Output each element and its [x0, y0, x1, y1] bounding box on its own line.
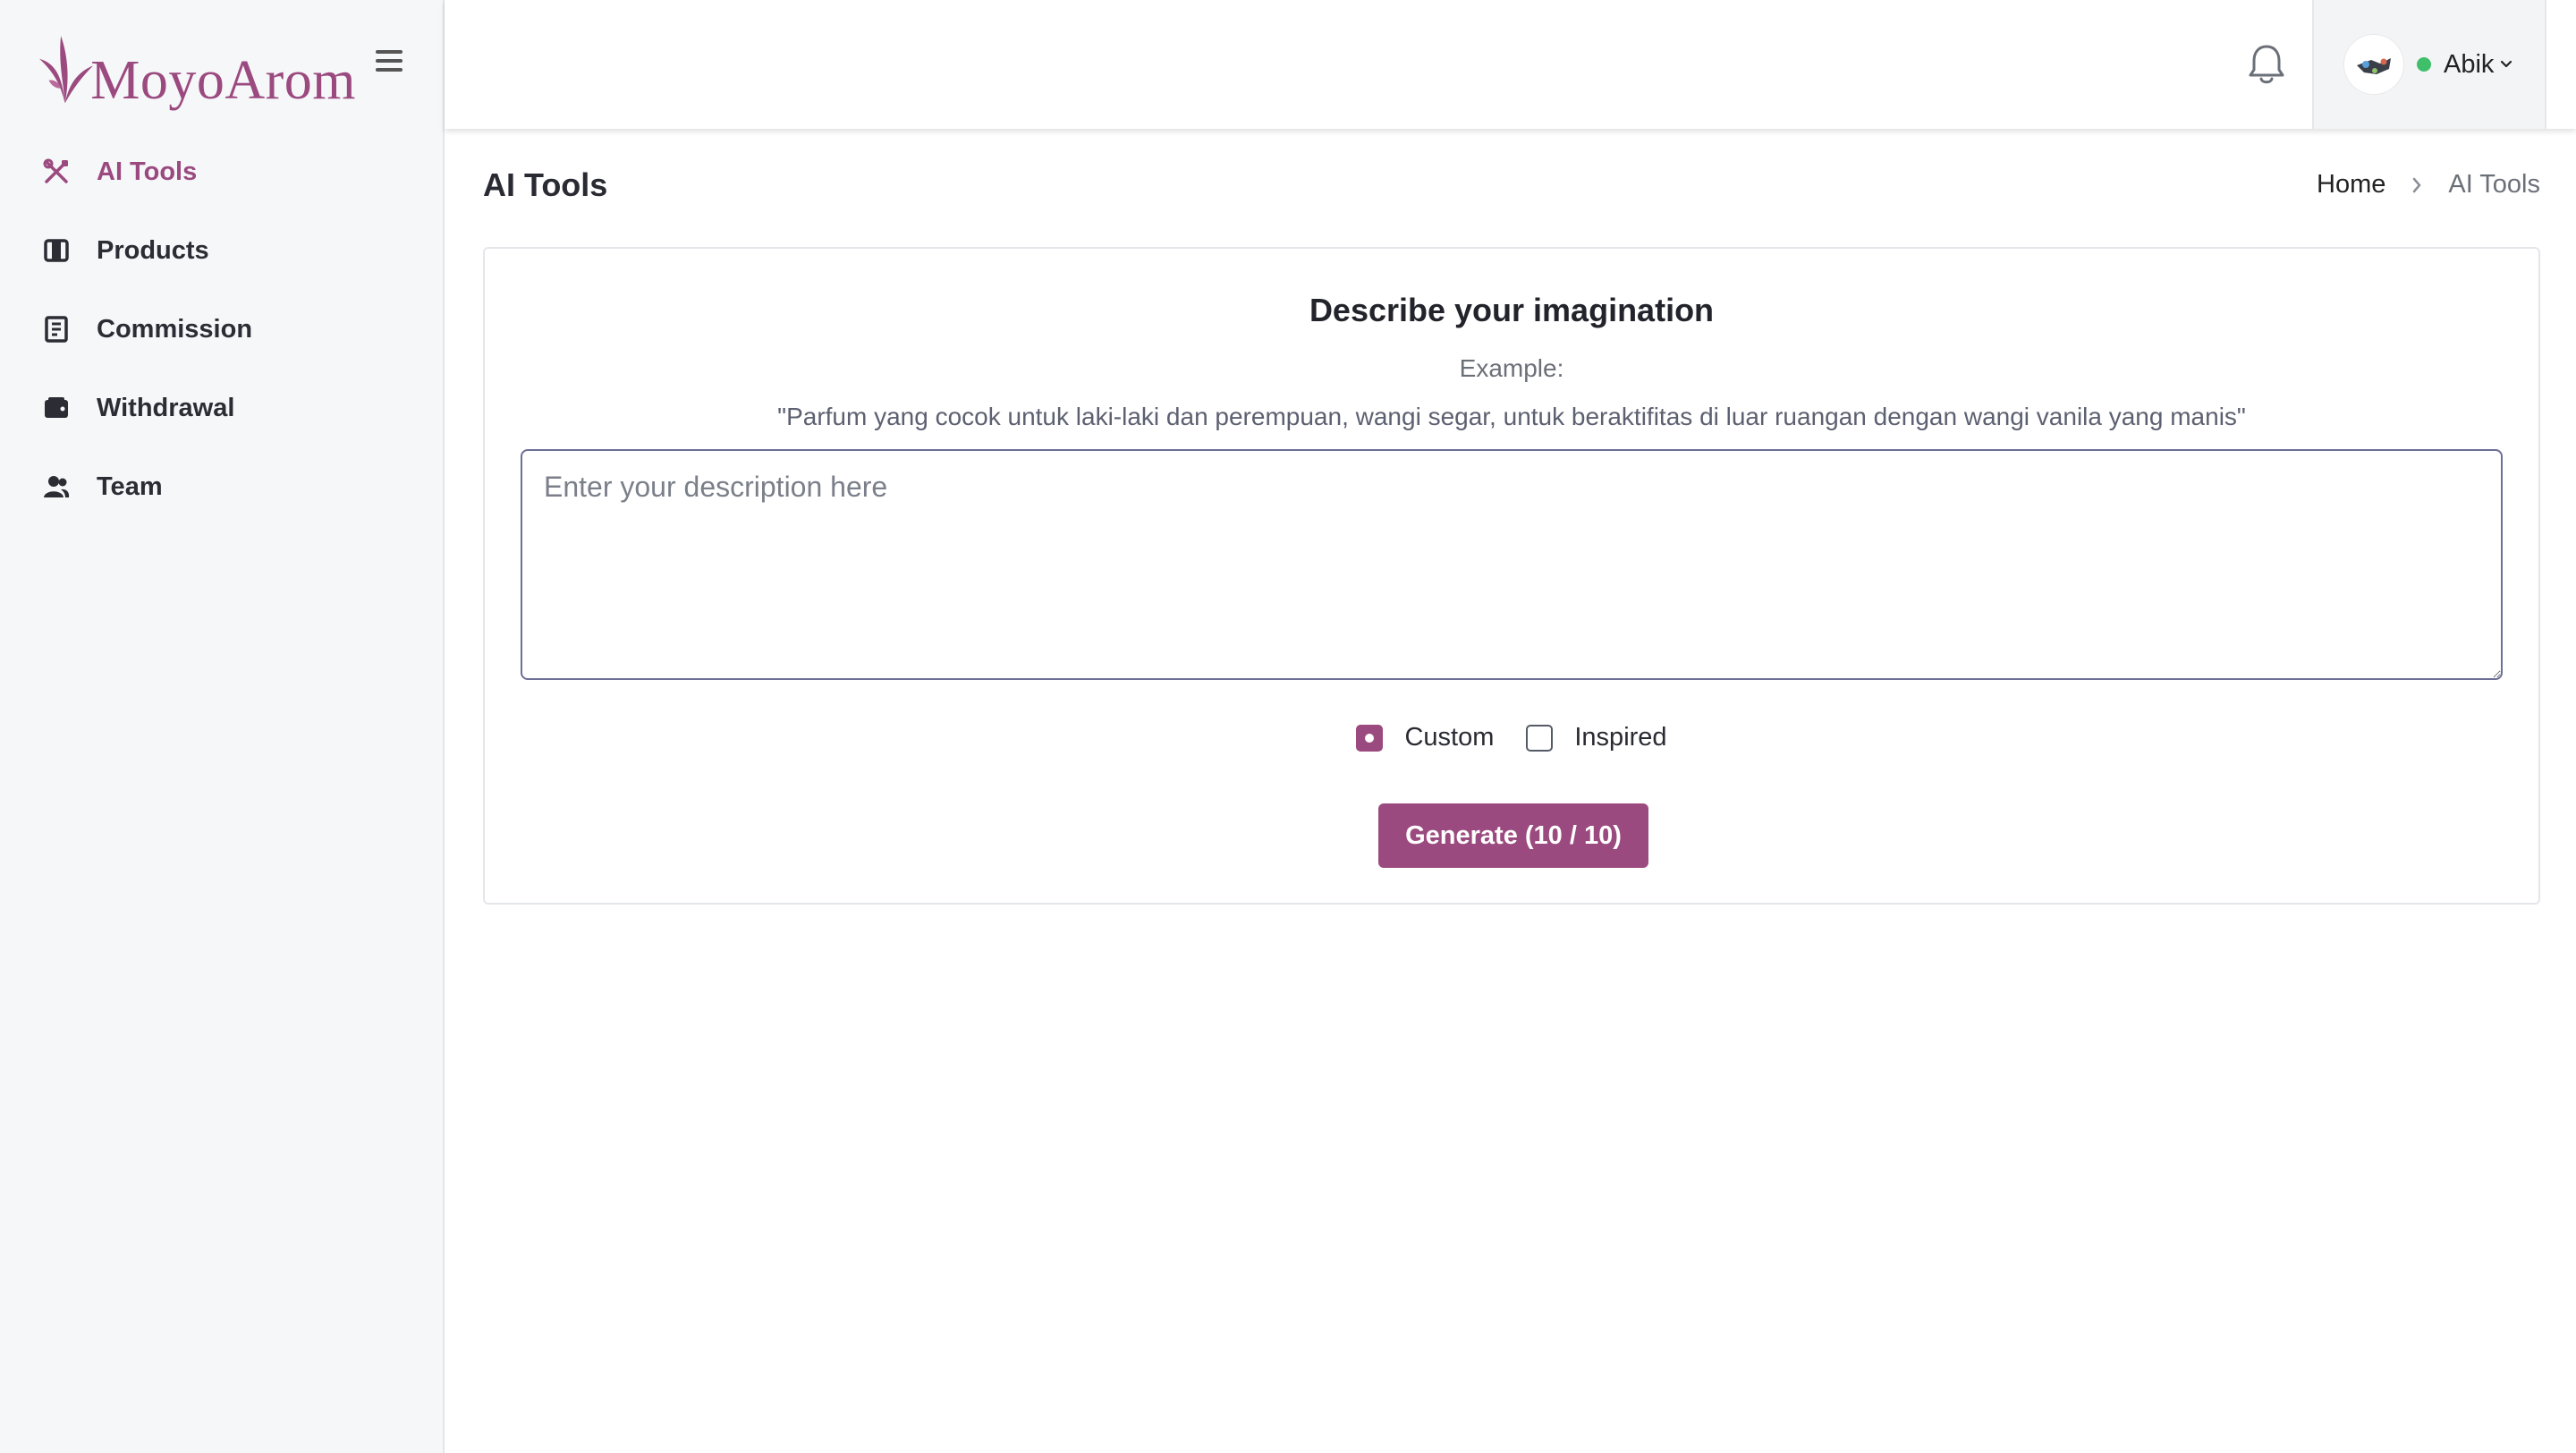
option-label: Custom: [1404, 723, 1495, 752]
online-status-indicator: [2417, 57, 2431, 72]
sidebar-item-label: Team: [97, 472, 163, 501]
user-menu[interactable]: Abik: [2312, 0, 2546, 129]
avatar: [2343, 34, 2404, 95]
option-inspired[interactable]: Inspired: [1526, 723, 1667, 752]
sidebar-item-label: Products: [97, 235, 209, 265]
sidebar-nav: AI Tools Products Commission Withdrawal …: [0, 132, 443, 526]
chevron-right-icon: [2413, 177, 2422, 192]
sidebar-item-withdrawal[interactable]: Withdrawal: [0, 369, 443, 447]
breadcrumb: Home AI Tools: [2317, 170, 2540, 200]
sidebar-item-team[interactable]: Team: [0, 447, 443, 526]
generate-button[interactable]: Generate (10 / 10): [1378, 803, 1648, 868]
card-title: Describe your imagination: [1309, 292, 1715, 328]
inspired-checkbox[interactable]: [1526, 724, 1554, 752]
sidebar: MoyoArom AI Tools Products Commission Wi…: [0, 0, 445, 1453]
example-label: Example:: [1459, 354, 1564, 382]
option-custom[interactable]: Custom: [1356, 723, 1494, 752]
commission-icon: [43, 316, 70, 343]
wallet-icon: [43, 395, 70, 421]
menu-icon[interactable]: [376, 50, 402, 77]
brand-logo[interactable]: MoyoArom: [34, 20, 356, 118]
option-label: Inspired: [1574, 723, 1667, 752]
user-name: Abik: [2444, 49, 2495, 79]
custom-checkbox[interactable]: [1356, 724, 1384, 752]
page-title: AI Tools: [483, 166, 608, 203]
chevron-down-icon: [2501, 60, 2512, 68]
sidebar-item-label: Withdrawal: [97, 393, 235, 422]
description-input[interactable]: [521, 449, 2503, 680]
sidebar-item-label: AI Tools: [97, 157, 198, 186]
ai-generator-card: Describe your imagination Example: "Parf…: [483, 247, 2540, 905]
tools-icon: [43, 158, 70, 185]
sidebar-item-label: Commission: [97, 314, 253, 344]
leaf-logo-icon: [39, 36, 94, 104]
generation-mode-options: Custom Inspired: [485, 723, 2538, 752]
sidebar-item-commission[interactable]: Commission: [0, 290, 443, 369]
bell-icon[interactable]: [2247, 43, 2286, 86]
brand-name: MoyoArom: [90, 49, 356, 111]
sidebar-item-ai-tools[interactable]: AI Tools: [0, 132, 443, 211]
breadcrumb-home-link[interactable]: Home: [2317, 170, 2385, 200]
products-icon: [43, 237, 70, 264]
team-icon: [43, 473, 70, 500]
breadcrumb-current: AI Tools: [2448, 170, 2540, 199]
example-text: "Parfum yang cocok untuk laki-laki dan p…: [777, 403, 2246, 430]
sidebar-item-products[interactable]: Products: [0, 211, 443, 290]
